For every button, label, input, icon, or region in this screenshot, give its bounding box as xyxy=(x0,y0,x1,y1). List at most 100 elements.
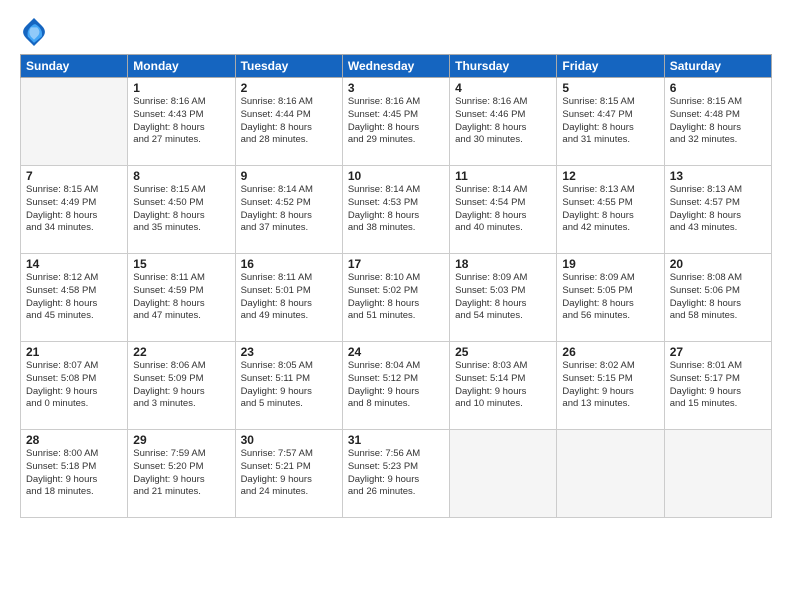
calendar-week-1: 1Sunrise: 8:16 AM Sunset: 4:43 PM Daylig… xyxy=(21,78,772,166)
logo xyxy=(20,18,52,46)
calendar-cell: 21Sunrise: 8:07 AM Sunset: 5:08 PM Dayli… xyxy=(21,342,128,430)
day-number: 6 xyxy=(670,81,766,95)
day-number: 7 xyxy=(26,169,122,183)
calendar-cell: 23Sunrise: 8:05 AM Sunset: 5:11 PM Dayli… xyxy=(235,342,342,430)
weekday-header-wednesday: Wednesday xyxy=(342,55,449,78)
day-number: 27 xyxy=(670,345,766,359)
day-info: Sunrise: 8:09 AM Sunset: 5:05 PM Dayligh… xyxy=(562,272,658,323)
calendar-cell xyxy=(557,430,664,518)
weekday-header-row: SundayMondayTuesdayWednesdayThursdayFrid… xyxy=(21,55,772,78)
day-info: Sunrise: 8:10 AM Sunset: 5:02 PM Dayligh… xyxy=(348,272,444,323)
day-info: Sunrise: 8:05 AM Sunset: 5:11 PM Dayligh… xyxy=(241,360,337,411)
calendar-cell: 28Sunrise: 8:00 AM Sunset: 5:18 PM Dayli… xyxy=(21,430,128,518)
calendar-cell: 27Sunrise: 8:01 AM Sunset: 5:17 PM Dayli… xyxy=(664,342,771,430)
calendar-cell: 26Sunrise: 8:02 AM Sunset: 5:15 PM Dayli… xyxy=(557,342,664,430)
day-number: 31 xyxy=(348,433,444,447)
calendar-cell: 30Sunrise: 7:57 AM Sunset: 5:21 PM Dayli… xyxy=(235,430,342,518)
day-number: 13 xyxy=(670,169,766,183)
day-info: Sunrise: 8:02 AM Sunset: 5:15 PM Dayligh… xyxy=(562,360,658,411)
day-number: 9 xyxy=(241,169,337,183)
calendar-cell: 12Sunrise: 8:13 AM Sunset: 4:55 PM Dayli… xyxy=(557,166,664,254)
day-number: 2 xyxy=(241,81,337,95)
calendar-week-5: 28Sunrise: 8:00 AM Sunset: 5:18 PM Dayli… xyxy=(21,430,772,518)
day-info: Sunrise: 8:11 AM Sunset: 4:59 PM Dayligh… xyxy=(133,272,229,323)
day-info: Sunrise: 8:14 AM Sunset: 4:54 PM Dayligh… xyxy=(455,184,551,235)
calendar-cell: 3Sunrise: 8:16 AM Sunset: 4:45 PM Daylig… xyxy=(342,78,449,166)
day-info: Sunrise: 8:09 AM Sunset: 5:03 PM Dayligh… xyxy=(455,272,551,323)
day-number: 16 xyxy=(241,257,337,271)
day-info: Sunrise: 8:15 AM Sunset: 4:49 PM Dayligh… xyxy=(26,184,122,235)
day-number: 18 xyxy=(455,257,551,271)
weekday-header-thursday: Thursday xyxy=(450,55,557,78)
day-number: 1 xyxy=(133,81,229,95)
day-info: Sunrise: 8:08 AM Sunset: 5:06 PM Dayligh… xyxy=(670,272,766,323)
calendar-cell: 11Sunrise: 8:14 AM Sunset: 4:54 PM Dayli… xyxy=(450,166,557,254)
day-info: Sunrise: 8:06 AM Sunset: 5:09 PM Dayligh… xyxy=(133,360,229,411)
page: SundayMondayTuesdayWednesdayThursdayFrid… xyxy=(0,0,792,612)
day-info: Sunrise: 8:16 AM Sunset: 4:46 PM Dayligh… xyxy=(455,96,551,147)
weekday-header-tuesday: Tuesday xyxy=(235,55,342,78)
calendar-week-2: 7Sunrise: 8:15 AM Sunset: 4:49 PM Daylig… xyxy=(21,166,772,254)
day-info: Sunrise: 7:57 AM Sunset: 5:21 PM Dayligh… xyxy=(241,448,337,499)
calendar-cell: 24Sunrise: 8:04 AM Sunset: 5:12 PM Dayli… xyxy=(342,342,449,430)
day-info: Sunrise: 8:14 AM Sunset: 4:53 PM Dayligh… xyxy=(348,184,444,235)
day-number: 11 xyxy=(455,169,551,183)
day-number: 12 xyxy=(562,169,658,183)
day-info: Sunrise: 8:15 AM Sunset: 4:50 PM Dayligh… xyxy=(133,184,229,235)
calendar-cell: 2Sunrise: 8:16 AM Sunset: 4:44 PM Daylig… xyxy=(235,78,342,166)
calendar-cell xyxy=(21,78,128,166)
day-number: 29 xyxy=(133,433,229,447)
day-number: 5 xyxy=(562,81,658,95)
calendar-cell: 15Sunrise: 8:11 AM Sunset: 4:59 PM Dayli… xyxy=(128,254,235,342)
calendar-cell: 20Sunrise: 8:08 AM Sunset: 5:06 PM Dayli… xyxy=(664,254,771,342)
day-number: 23 xyxy=(241,345,337,359)
day-number: 15 xyxy=(133,257,229,271)
day-number: 24 xyxy=(348,345,444,359)
day-info: Sunrise: 8:03 AM Sunset: 5:14 PM Dayligh… xyxy=(455,360,551,411)
calendar-cell: 14Sunrise: 8:12 AM Sunset: 4:58 PM Dayli… xyxy=(21,254,128,342)
weekday-header-monday: Monday xyxy=(128,55,235,78)
calendar-cell: 13Sunrise: 8:13 AM Sunset: 4:57 PM Dayli… xyxy=(664,166,771,254)
day-info: Sunrise: 8:16 AM Sunset: 4:45 PM Dayligh… xyxy=(348,96,444,147)
day-number: 26 xyxy=(562,345,658,359)
day-number: 22 xyxy=(133,345,229,359)
calendar-cell: 29Sunrise: 7:59 AM Sunset: 5:20 PM Dayli… xyxy=(128,430,235,518)
day-number: 4 xyxy=(455,81,551,95)
day-number: 30 xyxy=(241,433,337,447)
weekday-header-sunday: Sunday xyxy=(21,55,128,78)
day-info: Sunrise: 8:13 AM Sunset: 4:55 PM Dayligh… xyxy=(562,184,658,235)
calendar-week-3: 14Sunrise: 8:12 AM Sunset: 4:58 PM Dayli… xyxy=(21,254,772,342)
calendar-cell: 5Sunrise: 8:15 AM Sunset: 4:47 PM Daylig… xyxy=(557,78,664,166)
weekday-header-saturday: Saturday xyxy=(664,55,771,78)
day-number: 10 xyxy=(348,169,444,183)
day-number: 17 xyxy=(348,257,444,271)
day-info: Sunrise: 7:59 AM Sunset: 5:20 PM Dayligh… xyxy=(133,448,229,499)
day-info: Sunrise: 8:01 AM Sunset: 5:17 PM Dayligh… xyxy=(670,360,766,411)
day-info: Sunrise: 8:15 AM Sunset: 4:48 PM Dayligh… xyxy=(670,96,766,147)
calendar-cell: 19Sunrise: 8:09 AM Sunset: 5:05 PM Dayli… xyxy=(557,254,664,342)
calendar-cell: 22Sunrise: 8:06 AM Sunset: 5:09 PM Dayli… xyxy=(128,342,235,430)
day-info: Sunrise: 7:56 AM Sunset: 5:23 PM Dayligh… xyxy=(348,448,444,499)
day-info: Sunrise: 8:16 AM Sunset: 4:44 PM Dayligh… xyxy=(241,96,337,147)
day-number: 8 xyxy=(133,169,229,183)
day-number: 3 xyxy=(348,81,444,95)
calendar-cell: 7Sunrise: 8:15 AM Sunset: 4:49 PM Daylig… xyxy=(21,166,128,254)
calendar-cell: 17Sunrise: 8:10 AM Sunset: 5:02 PM Dayli… xyxy=(342,254,449,342)
day-info: Sunrise: 8:13 AM Sunset: 4:57 PM Dayligh… xyxy=(670,184,766,235)
day-number: 19 xyxy=(562,257,658,271)
day-number: 20 xyxy=(670,257,766,271)
day-info: Sunrise: 8:15 AM Sunset: 4:47 PM Dayligh… xyxy=(562,96,658,147)
weekday-header-friday: Friday xyxy=(557,55,664,78)
day-info: Sunrise: 8:04 AM Sunset: 5:12 PM Dayligh… xyxy=(348,360,444,411)
calendar-week-4: 21Sunrise: 8:07 AM Sunset: 5:08 PM Dayli… xyxy=(21,342,772,430)
day-number: 21 xyxy=(26,345,122,359)
calendar-cell: 8Sunrise: 8:15 AM Sunset: 4:50 PM Daylig… xyxy=(128,166,235,254)
day-info: Sunrise: 8:16 AM Sunset: 4:43 PM Dayligh… xyxy=(133,96,229,147)
calendar-cell: 16Sunrise: 8:11 AM Sunset: 5:01 PM Dayli… xyxy=(235,254,342,342)
calendar-cell: 10Sunrise: 8:14 AM Sunset: 4:53 PM Dayli… xyxy=(342,166,449,254)
calendar-cell: 18Sunrise: 8:09 AM Sunset: 5:03 PM Dayli… xyxy=(450,254,557,342)
calendar-cell: 1Sunrise: 8:16 AM Sunset: 4:43 PM Daylig… xyxy=(128,78,235,166)
day-number: 14 xyxy=(26,257,122,271)
day-info: Sunrise: 8:11 AM Sunset: 5:01 PM Dayligh… xyxy=(241,272,337,323)
day-info: Sunrise: 8:00 AM Sunset: 5:18 PM Dayligh… xyxy=(26,448,122,499)
